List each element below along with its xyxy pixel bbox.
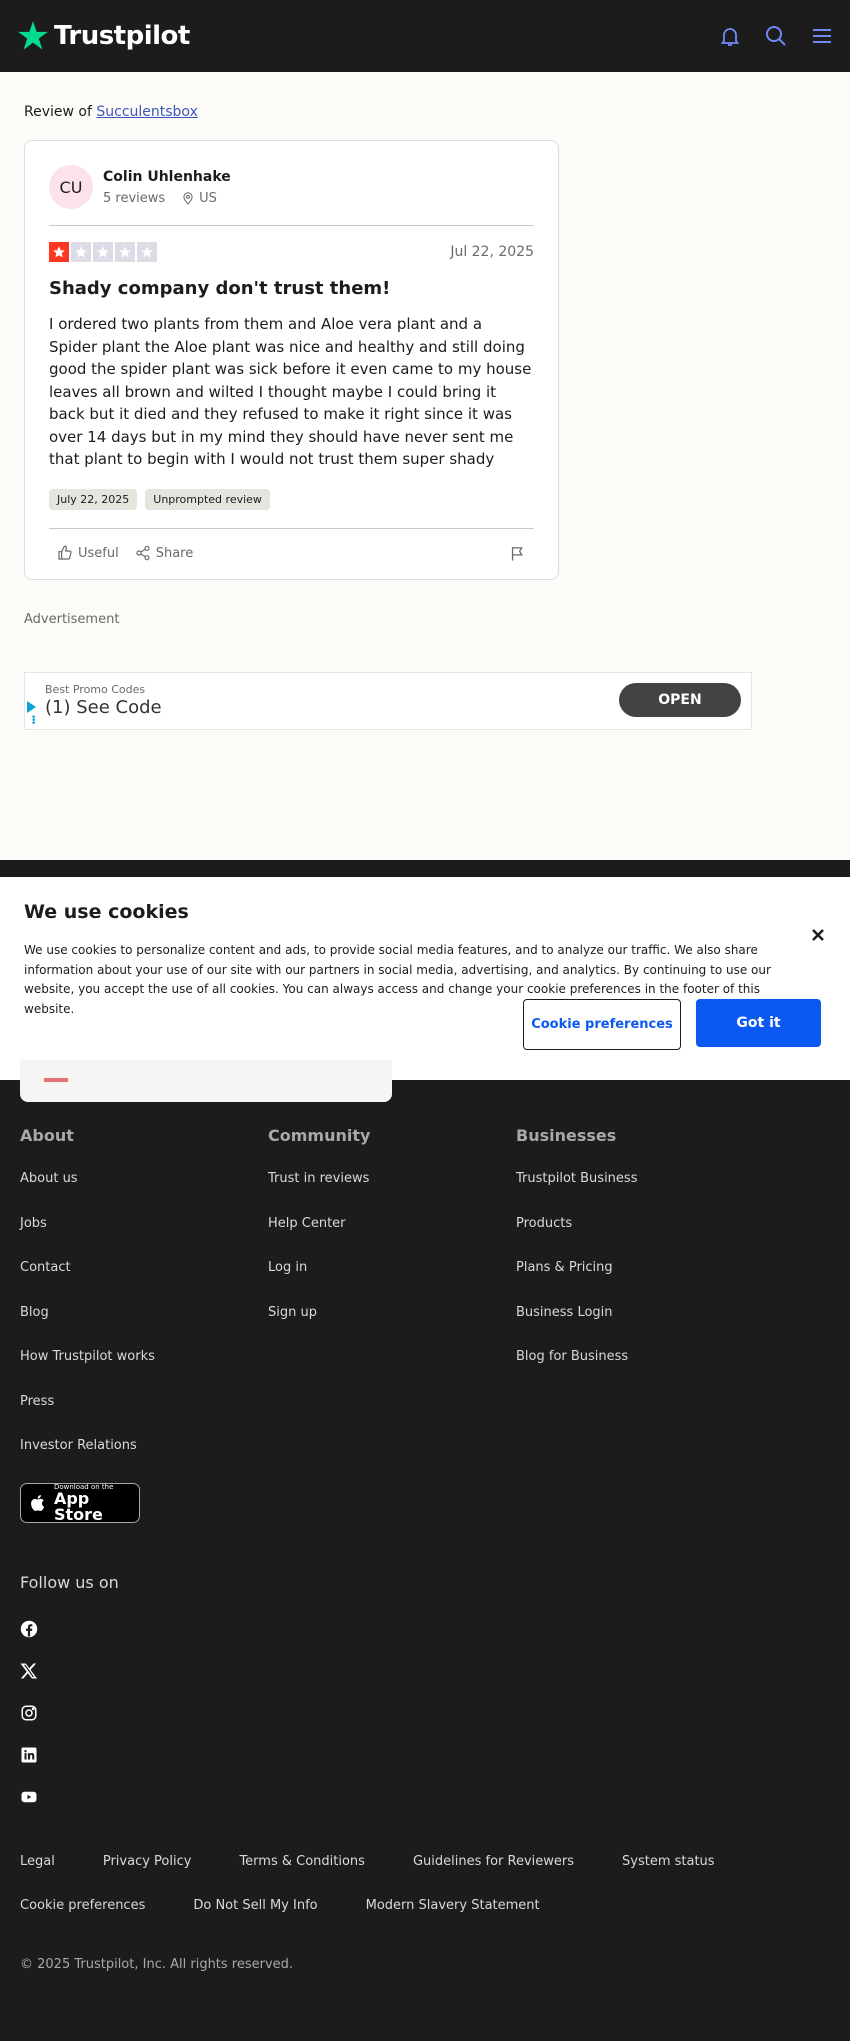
footer-link[interactable]: Trust in reviews — [268, 1171, 370, 1216]
search-icon[interactable] — [764, 24, 788, 48]
divider — [49, 527, 534, 529]
youtube-icon[interactable] — [20, 1788, 38, 1806]
useful-button[interactable]: Useful — [49, 541, 127, 565]
footer-legal-link[interactable]: System status — [622, 1854, 715, 1869]
legal-links-row-2: Cookie preferences Do Not Sell My Info M… — [20, 1898, 588, 1913]
footer-link[interactable]: Help Center — [268, 1216, 370, 1261]
ad-open-button[interactable]: OPEN — [619, 683, 741, 717]
cookie-banner: We use cookies We use cookies to persona… — [0, 877, 850, 1080]
bell-icon[interactable] — [718, 24, 742, 48]
footer-heading-about: About — [20, 1126, 74, 1145]
apple-icon — [31, 1494, 45, 1511]
footer-legal-link[interactable]: Do Not Sell My Info — [193, 1898, 317, 1913]
footer-community: Community Trust in reviews Help Center L… — [268, 1126, 370, 1349]
trustpilot-logo[interactable]: Trustpilot — [16, 19, 190, 53]
footer-legal-link[interactable]: Terms & Conditions — [239, 1854, 365, 1869]
review-of: Review of Succulentsbox — [24, 104, 198, 120]
footer-link[interactable]: About us — [20, 1171, 155, 1216]
footer-legal-link[interactable]: Guidelines for Reviewers — [413, 1854, 574, 1869]
site-header: Trustpilot — [0, 0, 850, 72]
peek-mark — [44, 1078, 68, 1082]
reviewer-info[interactable]: CU Colin Uhlenhake 5 reviews US — [49, 165, 534, 209]
linkedin-icon[interactable] — [20, 1746, 38, 1764]
footer-legal-link[interactable]: Privacy Policy — [103, 1854, 192, 1869]
cookie-preferences-button[interactable]: Cookie preferences — [523, 999, 681, 1050]
footer-about: About About us Jobs Contact Blog How Tru… — [20, 1126, 155, 1483]
review-title[interactable]: Shady company don't trust them! — [49, 278, 534, 299]
app-store-button[interactable]: Download on the App Store — [20, 1483, 140, 1523]
footer-link[interactable]: Sign up — [268, 1305, 370, 1350]
footer-link[interactable]: Jobs — [20, 1216, 155, 1261]
footer-card-peek — [20, 1060, 392, 1102]
footer-link[interactable]: How Trustpilot works — [20, 1349, 155, 1394]
share-button[interactable]: Share — [127, 541, 202, 565]
footer-legal-link[interactable]: Legal — [20, 1854, 55, 1869]
thumbs-up-icon — [58, 545, 72, 560]
review-card: CU Colin Uhlenhake 5 reviews US Jul 22, … — [24, 140, 559, 580]
ad-menu-icon[interactable]: • • • — [31, 714, 36, 729]
footer-link[interactable]: Business Login — [516, 1305, 637, 1350]
star-logo-icon — [17, 21, 49, 50]
footer-legal-link[interactable]: Modern Slavery Statement — [366, 1898, 540, 1913]
facebook-icon[interactable] — [20, 1620, 38, 1638]
footer-link[interactable]: Contact — [20, 1260, 155, 1305]
rating-star — [115, 242, 135, 262]
reviewer-name[interactable]: Colin Uhlenhake — [103, 169, 231, 185]
useful-label: Useful — [78, 545, 119, 561]
share-label: Share — [155, 545, 194, 561]
footer-link[interactable]: Blog for Business — [516, 1349, 637, 1394]
footer-link[interactable]: Investor Relations — [20, 1438, 155, 1483]
reviews-count: 5 reviews — [103, 190, 166, 206]
advertisement-label: Advertisement — [24, 612, 120, 627]
accept-cookies-button[interactable]: Got it — [696, 999, 821, 1047]
follow-us-heading: Follow us on — [20, 1573, 119, 1592]
menu-icon[interactable] — [810, 24, 834, 48]
cookie-title: We use cookies — [24, 901, 189, 923]
report-button[interactable] — [501, 541, 534, 566]
footer-heading-businesses: Businesses — [516, 1126, 617, 1145]
footer-link[interactable]: Plans & Pricing — [516, 1260, 637, 1305]
footer-link[interactable]: Blog — [20, 1305, 155, 1350]
review-date: Jul 22, 2025 — [450, 244, 534, 260]
copyright: © 2025 Trustpilot, Inc. All rights reser… — [20, 1957, 294, 1972]
reviewer-location: US — [199, 190, 217, 206]
location-pin-icon — [183, 192, 193, 205]
ad-headline[interactable]: (1) See Code — [45, 697, 162, 718]
rating-star — [49, 242, 69, 262]
rating-star — [137, 242, 157, 262]
review-body: I ordered two plants from them and Aloe … — [49, 315, 532, 468]
ad-choices-icon[interactable] — [27, 701, 36, 713]
advertisement-banner[interactable]: • • • Best Promo Codes (1) See Code OPEN — [24, 672, 752, 730]
footer-link[interactable]: Press — [20, 1394, 155, 1439]
instagram-icon[interactable] — [20, 1704, 38, 1722]
logo-text: Trustpilot — [54, 21, 190, 51]
review-type-badge[interactable]: Unprompted review — [145, 488, 270, 510]
footer-link[interactable]: Trustpilot Business — [516, 1171, 637, 1216]
divider — [49, 225, 534, 226]
footer-link[interactable]: Log in — [268, 1260, 370, 1305]
avatar[interactable]: CU — [49, 165, 93, 209]
footer-businesses: Businesses Trustpilot Business Products … — [516, 1126, 637, 1394]
footer-link[interactable]: Products — [516, 1216, 637, 1261]
experience-date-badge: July 22, 2025 — [49, 488, 138, 510]
rating-star — [71, 242, 91, 262]
footer-legal-link[interactable]: Cookie preferences — [20, 1898, 145, 1913]
company-link[interactable]: Succulentsbox — [96, 104, 198, 120]
flag-icon — [511, 546, 523, 561]
ad-small-text: Best Promo Codes — [45, 683, 146, 696]
footer-heading-community: Community — [268, 1126, 371, 1145]
x-icon[interactable] — [20, 1662, 38, 1680]
main-content: Review of Succulentsbox CU Colin Uhlenha… — [0, 72, 850, 860]
legal-links-row-1: Legal Privacy Policy Terms & Conditions … — [20, 1854, 763, 1869]
review-of-prefix: Review of — [24, 104, 97, 120]
star-rating — [49, 242, 157, 262]
rating-star — [93, 242, 113, 262]
share-icon — [136, 545, 150, 561]
app-store-text: App Store — [53, 1489, 103, 1524]
